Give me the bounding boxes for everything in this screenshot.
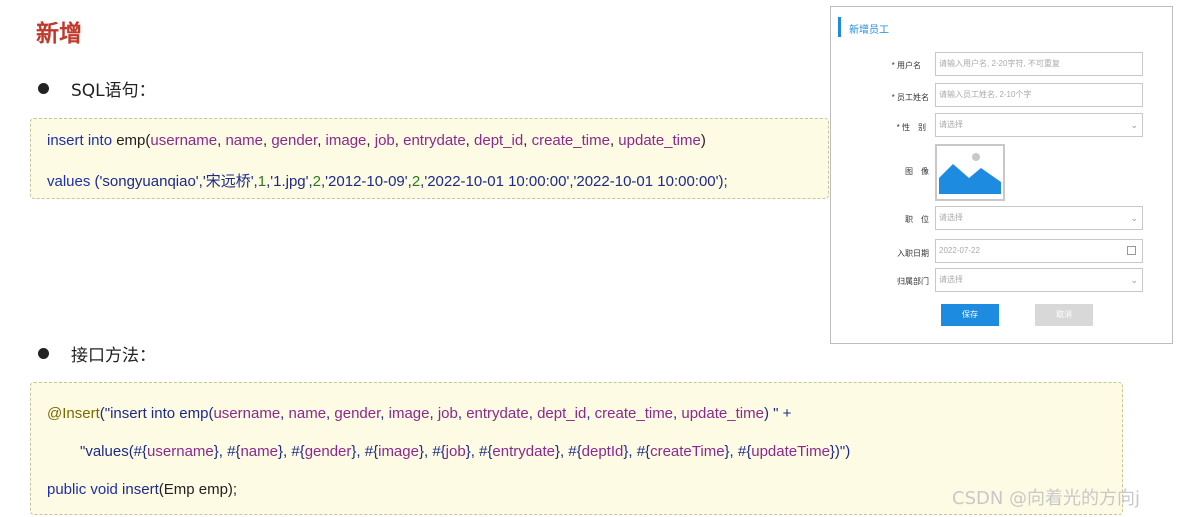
name-input[interactable]: 请输入员工姓名, 2-10个字 [935,83,1143,107]
watermark: CSDN @向着光的方向j [952,488,1141,509]
job-select-value: 请选择 [939,213,963,222]
entrydate-label: 入职日期 [897,249,929,258]
cancel-button[interactable]: 取消 [1035,304,1093,326]
sql-code-block: insert into emp(username, name, gender, … [30,118,829,199]
dept-label: 归属部门 [897,277,929,286]
form-header-accent [838,17,841,37]
chevron-down-icon: ⌄ [1130,275,1138,285]
gender-select-value: 请选择 [939,120,963,129]
gender-select[interactable]: 请选择 ⌄ [935,113,1143,137]
java-line-2: "values(#{username}, #{name}, #{gender},… [80,443,851,460]
sql-line-1: insert into emp(username, name, gender, … [47,132,706,149]
gender-label: * 性 别 [896,123,926,132]
job-select[interactable]: 请选择 ⌄ [935,206,1143,230]
sql-line-2: values ('songyuanqiao','宋远桥',1,'1.jpg',2… [47,173,728,190]
image-upload[interactable] [935,144,1005,201]
page-title: 新增 [36,21,82,47]
java-line-1: @Insert("insert into emp(username, name,… [47,405,792,422]
save-button[interactable]: 保存 [941,304,999,326]
chevron-down-icon: ⌄ [1130,213,1138,223]
bullet-dot [38,348,49,359]
section-interface-label: 接口方法： [71,346,156,366]
username-label: * 用户名 [891,61,921,70]
bullet-interface: 接口方法： [38,341,156,366]
image-label: 图 像 [905,167,929,176]
job-label: 职 位 [905,215,929,224]
bullet-dot [38,83,49,94]
add-employee-form: 新增员工 * 用户名 请输入用户名, 2-20字符, 不可重复 * 员工姓名 请… [830,6,1173,344]
bullet-sql: SQL语句： [38,76,156,101]
form-title: 新增员工 [849,25,889,36]
image-placeholder-icon [939,153,1001,194]
section-sql-label: SQL语句： [71,81,156,101]
java-line-3: public void insert(Emp emp); [47,481,238,498]
calendar-icon [1127,246,1136,255]
entrydate-value: 2022-07-22 [939,246,980,255]
name-label: * 员工姓名 [891,93,929,102]
username-input[interactable]: 请输入用户名, 2-20字符, 不可重复 [935,52,1143,76]
dept-select[interactable]: 请选择 ⌄ [935,268,1143,292]
dept-select-value: 请选择 [939,275,963,284]
entrydate-picker[interactable]: 2022-07-22 [935,239,1143,263]
chevron-down-icon: ⌄ [1130,120,1138,130]
